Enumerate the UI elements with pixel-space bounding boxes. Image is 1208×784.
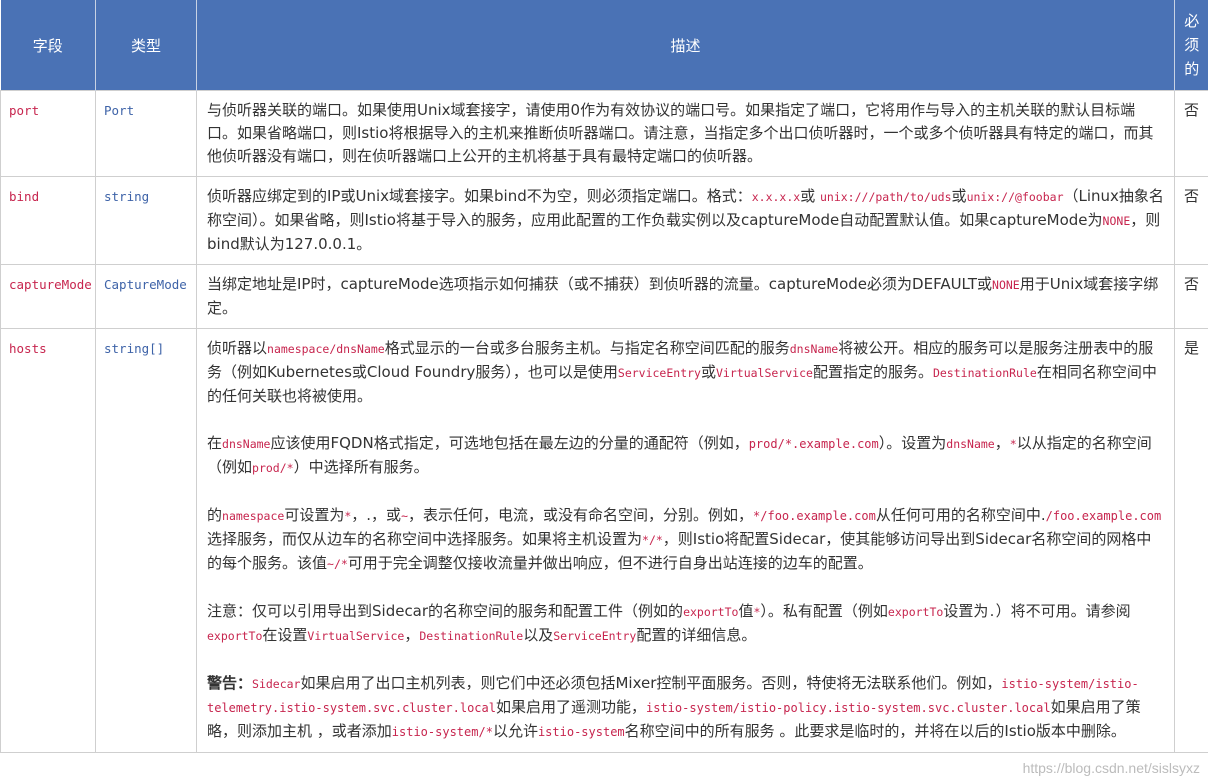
inline-code: unix://@foobar [966,190,1064,204]
table-header: 字段 类型 描述 必须的 [0,0,1208,91]
field-type: CaptureMode [95,264,197,329]
hosts-paragraph-4: 注意：仅可以引用导出到Sidecar的名称空间的服务和配置工件（例如的expor… [207,602,1131,644]
field-type: Port [95,90,197,177]
field-required: 否 [1174,90,1208,177]
table-row: port Port 与侦听器关联的端口。如果使用Unix域套接字，请使用0作为有… [0,90,1208,177]
field-type: string[] [95,328,197,753]
field-name: hosts [0,328,96,753]
field-description: 侦听器应绑定到的IP或Unix域套接字。如果bind不为空，则必须指定端口。格式… [196,176,1175,265]
field-required: 是 [1174,328,1208,753]
field-description: 当绑定地址是IP时，captureMode选项指示如何捕获（或不捕获）到侦听器的… [196,264,1175,329]
hosts-paragraph-3: 的namespace可设置为*，.，或~，表示任何，电流，或没有命名空间，分别。… [207,506,1162,572]
inline-code: unix:///path/to/uds [819,190,952,204]
hosts-paragraph-1: 侦听器以namespace/dnsName格式显示的一台或多台服务主机。与指定名… [207,339,1157,405]
header-field: 字段 [0,0,96,91]
header-description: 描述 [196,0,1175,91]
config-field-table: 字段 类型 描述 必须的 port Port 与侦听器关联的端口。如果使用Uni… [0,0,1208,753]
table-row: hosts string[] 侦听器以namespace/dnsName格式显示… [0,328,1208,753]
header-type: 类型 [95,0,197,91]
field-required: 否 [1174,264,1208,329]
field-name: captureMode [0,264,96,329]
watermark: https://blog.csdn.net/sislsyxz [1022,760,1200,776]
field-description: 与侦听器关联的端口。如果使用Unix域套接字，请使用0作为有效协议的端口号。如果… [196,90,1175,177]
field-required: 否 [1174,176,1208,265]
hosts-paragraph-2: 在dnsName应该使用FQDN格式指定，可选地包括在最左边的分量的通配符（例如… [207,434,1152,476]
header-required: 必须的 [1174,0,1208,91]
field-name: port [0,90,96,177]
field-type: string [95,176,197,265]
inline-code: NONE [1102,214,1131,228]
field-description: 侦听器以namespace/dnsName格式显示的一台或多台服务主机。与指定名… [196,328,1175,753]
field-name: bind [0,176,96,265]
hosts-warning: 警告：Sidecar如果启用了出口主机列表，则它们中还必须包括Mixer控制平面… [207,674,1141,740]
table-row: bind string 侦听器应绑定到的IP或Unix域套接字。如果bind不为… [0,176,1208,265]
table-row: captureMode CaptureMode 当绑定地址是IP时，captur… [0,264,1208,329]
inline-code: x.x.x.x [751,190,801,204]
inline-code: NONE [992,278,1020,292]
